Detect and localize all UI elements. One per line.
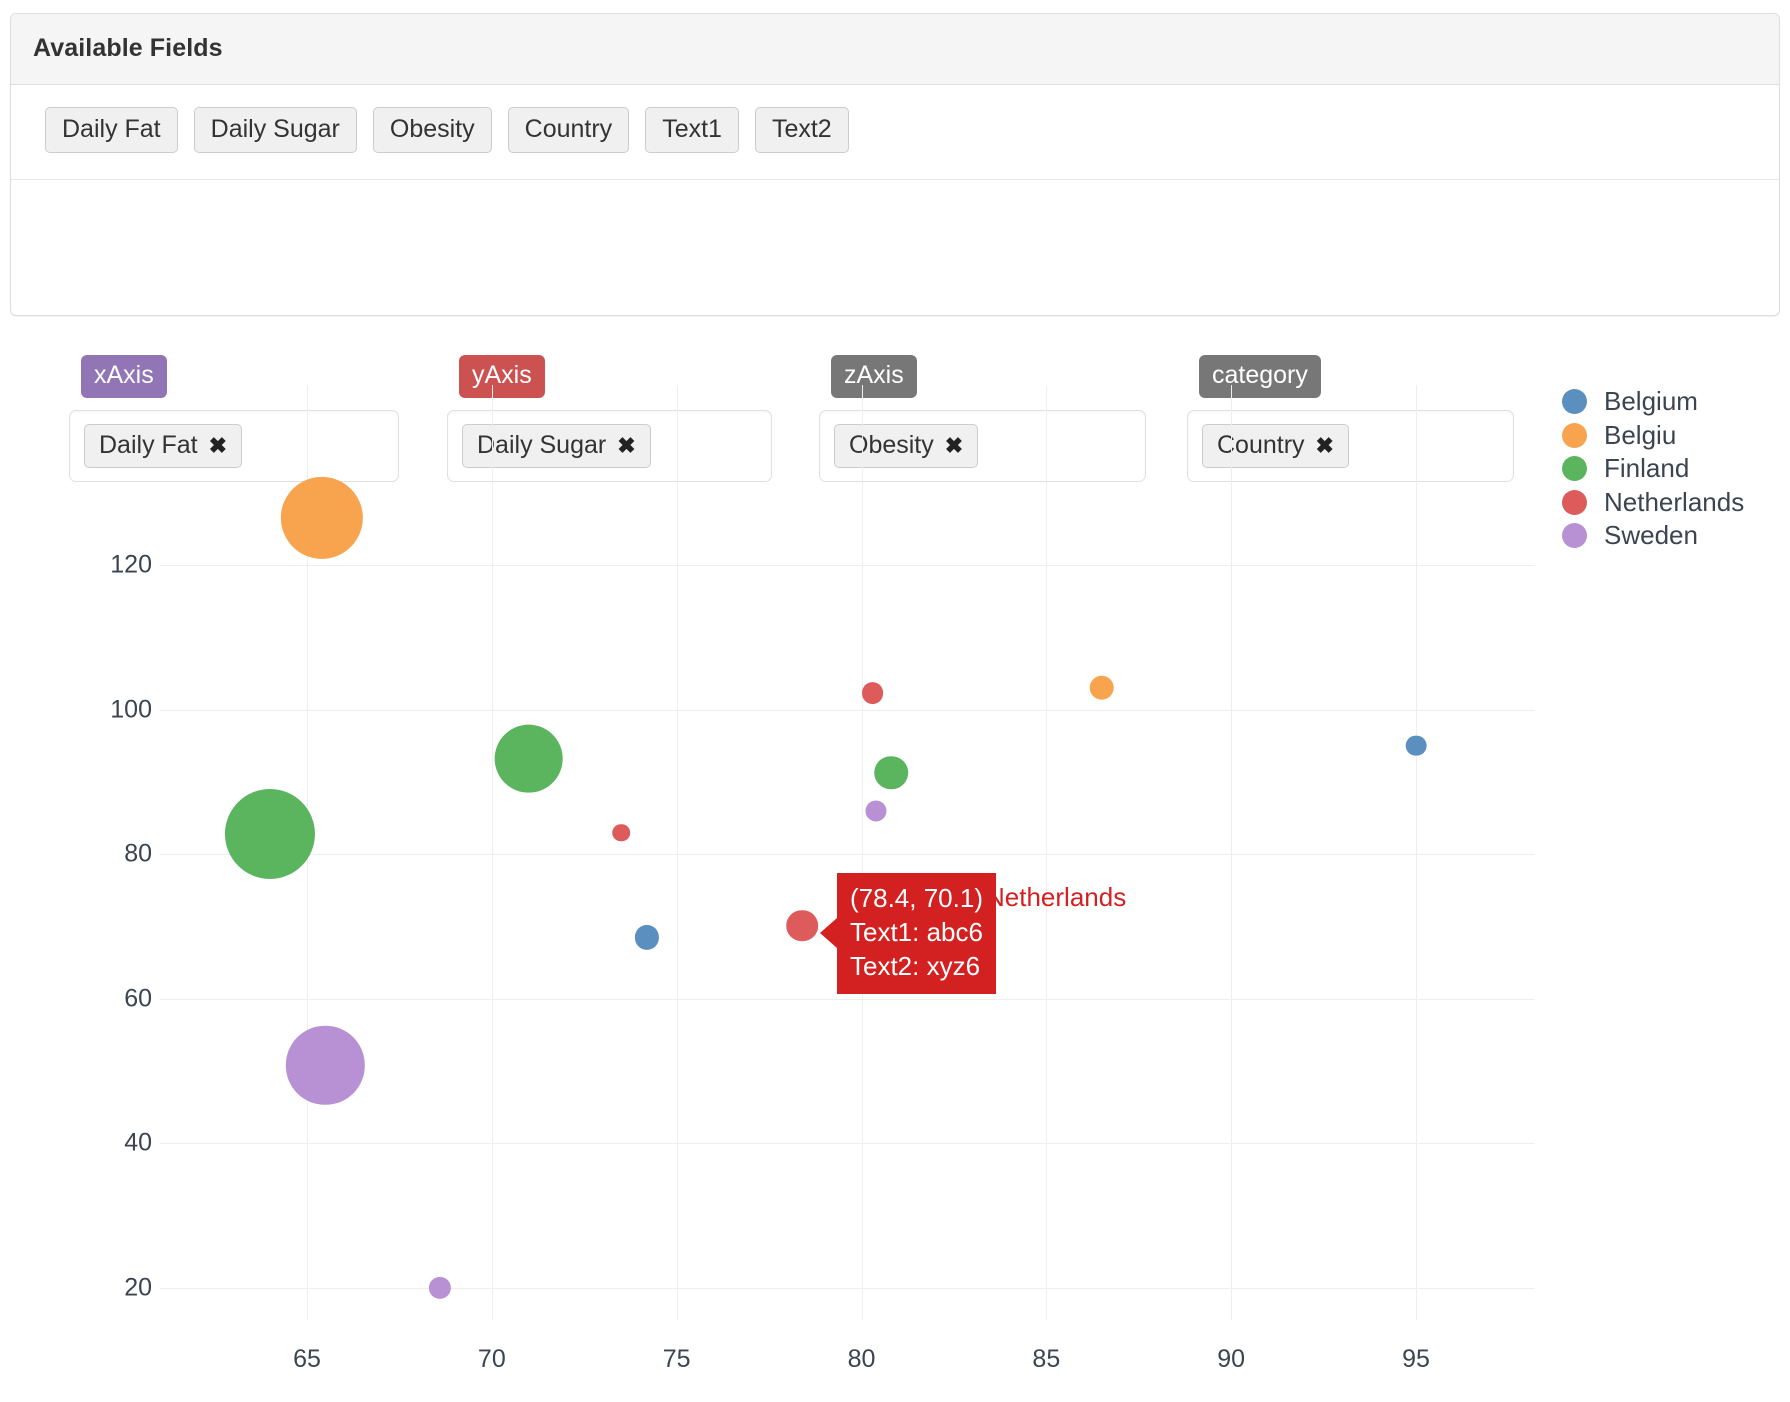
panel-header: Available Fields	[11, 14, 1779, 85]
x-axis-tick-label: 95	[1402, 1345, 1430, 1373]
tooltip-box: (78.4, 70.1) Text1: abc6 Text2: xyz6	[820, 873, 996, 995]
x-axis-tick-label: 70	[477, 1345, 506, 1373]
gridline-vertical	[676, 385, 678, 1320]
y-axis-tick-label: 100	[110, 695, 152, 724]
legend-item[interactable]: Belgium	[1562, 385, 1788, 419]
legend-color-swatch-icon	[1562, 456, 1587, 482]
chart-legend: Belgium Belgiu Finland Netherlands Sweden	[1562, 385, 1788, 553]
y-axis-tick-label: 20	[124, 1273, 152, 1302]
legend-item[interactable]: Finland	[1562, 452, 1788, 486]
tooltip-text2: Text2: xyz6	[850, 950, 981, 981]
y-axis-tick-label: 60	[124, 984, 152, 1013]
available-field-chip[interactable]: Daily Sugar	[193, 107, 357, 153]
data-point-bubble[interactable]	[286, 1026, 365, 1105]
gridline-horizontal	[160, 565, 1535, 566]
legend-color-swatch-icon	[1562, 422, 1587, 448]
available-field-chip[interactable]: Obesity	[372, 107, 492, 153]
legend-color-swatch-icon	[1562, 389, 1587, 415]
gridline-horizontal	[160, 1143, 1535, 1145]
available-fields-list: Daily Fat Daily Sugar Obesity Country Text1 T…	[11, 85, 1779, 180]
gridline-horizontal	[160, 1288, 1535, 1289]
field-chip-row: Daily Fat Daily Sugar Obesity Country Text1 T…	[45, 107, 1757, 153]
legend-label: Netherlands	[1604, 486, 1745, 517]
data-point-bubble[interactable]	[428, 1276, 452, 1300]
available-fields-panel: Available Fields Daily Fat Daily Sugar Obe…	[10, 13, 1780, 482]
x-axis-tick-label: 80	[847, 1345, 876, 1373]
data-point-bubble[interactable]	[1405, 735, 1427, 757]
legend-item[interactable]: Belgiu	[1562, 419, 1788, 453]
x-axis-tick-label: 75	[662, 1345, 691, 1373]
tooltip-coords: (78.4, 70.1)	[850, 883, 983, 913]
data-point-bubble[interactable]	[874, 755, 908, 790]
legend-color-swatch-icon	[1562, 523, 1587, 549]
tooltip-category: Netherlands	[986, 882, 1127, 912]
x-axis-tick-label: 90	[1217, 1345, 1246, 1373]
y-axis-tick-label: 120	[110, 550, 152, 579]
legend-label: Belgium	[1604, 386, 1698, 417]
data-point-bubble[interactable]	[865, 800, 887, 822]
data-point-bubble[interactable]	[280, 476, 363, 560]
data-point-bubble[interactable]	[786, 909, 819, 942]
data-point-bubble[interactable]	[224, 788, 316, 879]
x-axis-tick-label: 65	[293, 1345, 321, 1373]
available-field-chip[interactable]: Country	[507, 107, 630, 153]
legend-label: Belgiu	[1604, 419, 1677, 450]
y-axis-tick-label: 40	[124, 1128, 152, 1157]
gridline-horizontal	[160, 998, 1535, 1000]
available-field-chip[interactable]: Text2	[754, 107, 849, 153]
page-title: Available Fields	[33, 34, 223, 62]
data-point-bubble[interactable]	[634, 925, 660, 950]
gridline-vertical	[491, 385, 493, 1320]
gridline-vertical	[1416, 385, 1417, 1320]
available-field-chip[interactable]: Text1	[645, 107, 739, 153]
axis-drop-zones: xAxis Daily Fat ✖ yAxis Daily Sugar ✖ zAxis Obe…	[11, 180, 1779, 482]
legend-color-swatch-icon	[1562, 489, 1587, 515]
scatter-plot-builder-page: Available Fields Daily Fat Daily Sugar Obe…	[0, 0, 1790, 1402]
tooltip-text1: Text1: abc6	[850, 916, 983, 947]
legend-label: Finland	[1604, 453, 1690, 484]
gridline-vertical	[1046, 385, 1048, 1320]
y-axis-tick-label: 80	[124, 839, 152, 868]
gridline-horizontal	[160, 709, 1535, 711]
available-field-chip[interactable]: Daily Fat	[45, 107, 178, 153]
legend-item[interactable]: Sweden	[1562, 519, 1788, 553]
data-point-bubble[interactable]	[612, 823, 630, 842]
gridline-vertical	[861, 385, 863, 1320]
data-point-bubble[interactable]	[1089, 675, 1115, 701]
gridline-horizontal	[160, 854, 1535, 856]
data-point-bubble[interactable]	[494, 724, 564, 794]
data-point-bubble[interactable]	[861, 682, 884, 704]
point-tooltip: (78.4, 70.1) Text1: abc6 Text2: xyz6 Net…	[820, 873, 1126, 995]
legend-item[interactable]: Netherlands	[1562, 486, 1788, 520]
legend-label: Sweden	[1604, 520, 1698, 551]
gridline-vertical	[1231, 385, 1233, 1320]
x-axis-tick-label: 85	[1032, 1345, 1061, 1373]
